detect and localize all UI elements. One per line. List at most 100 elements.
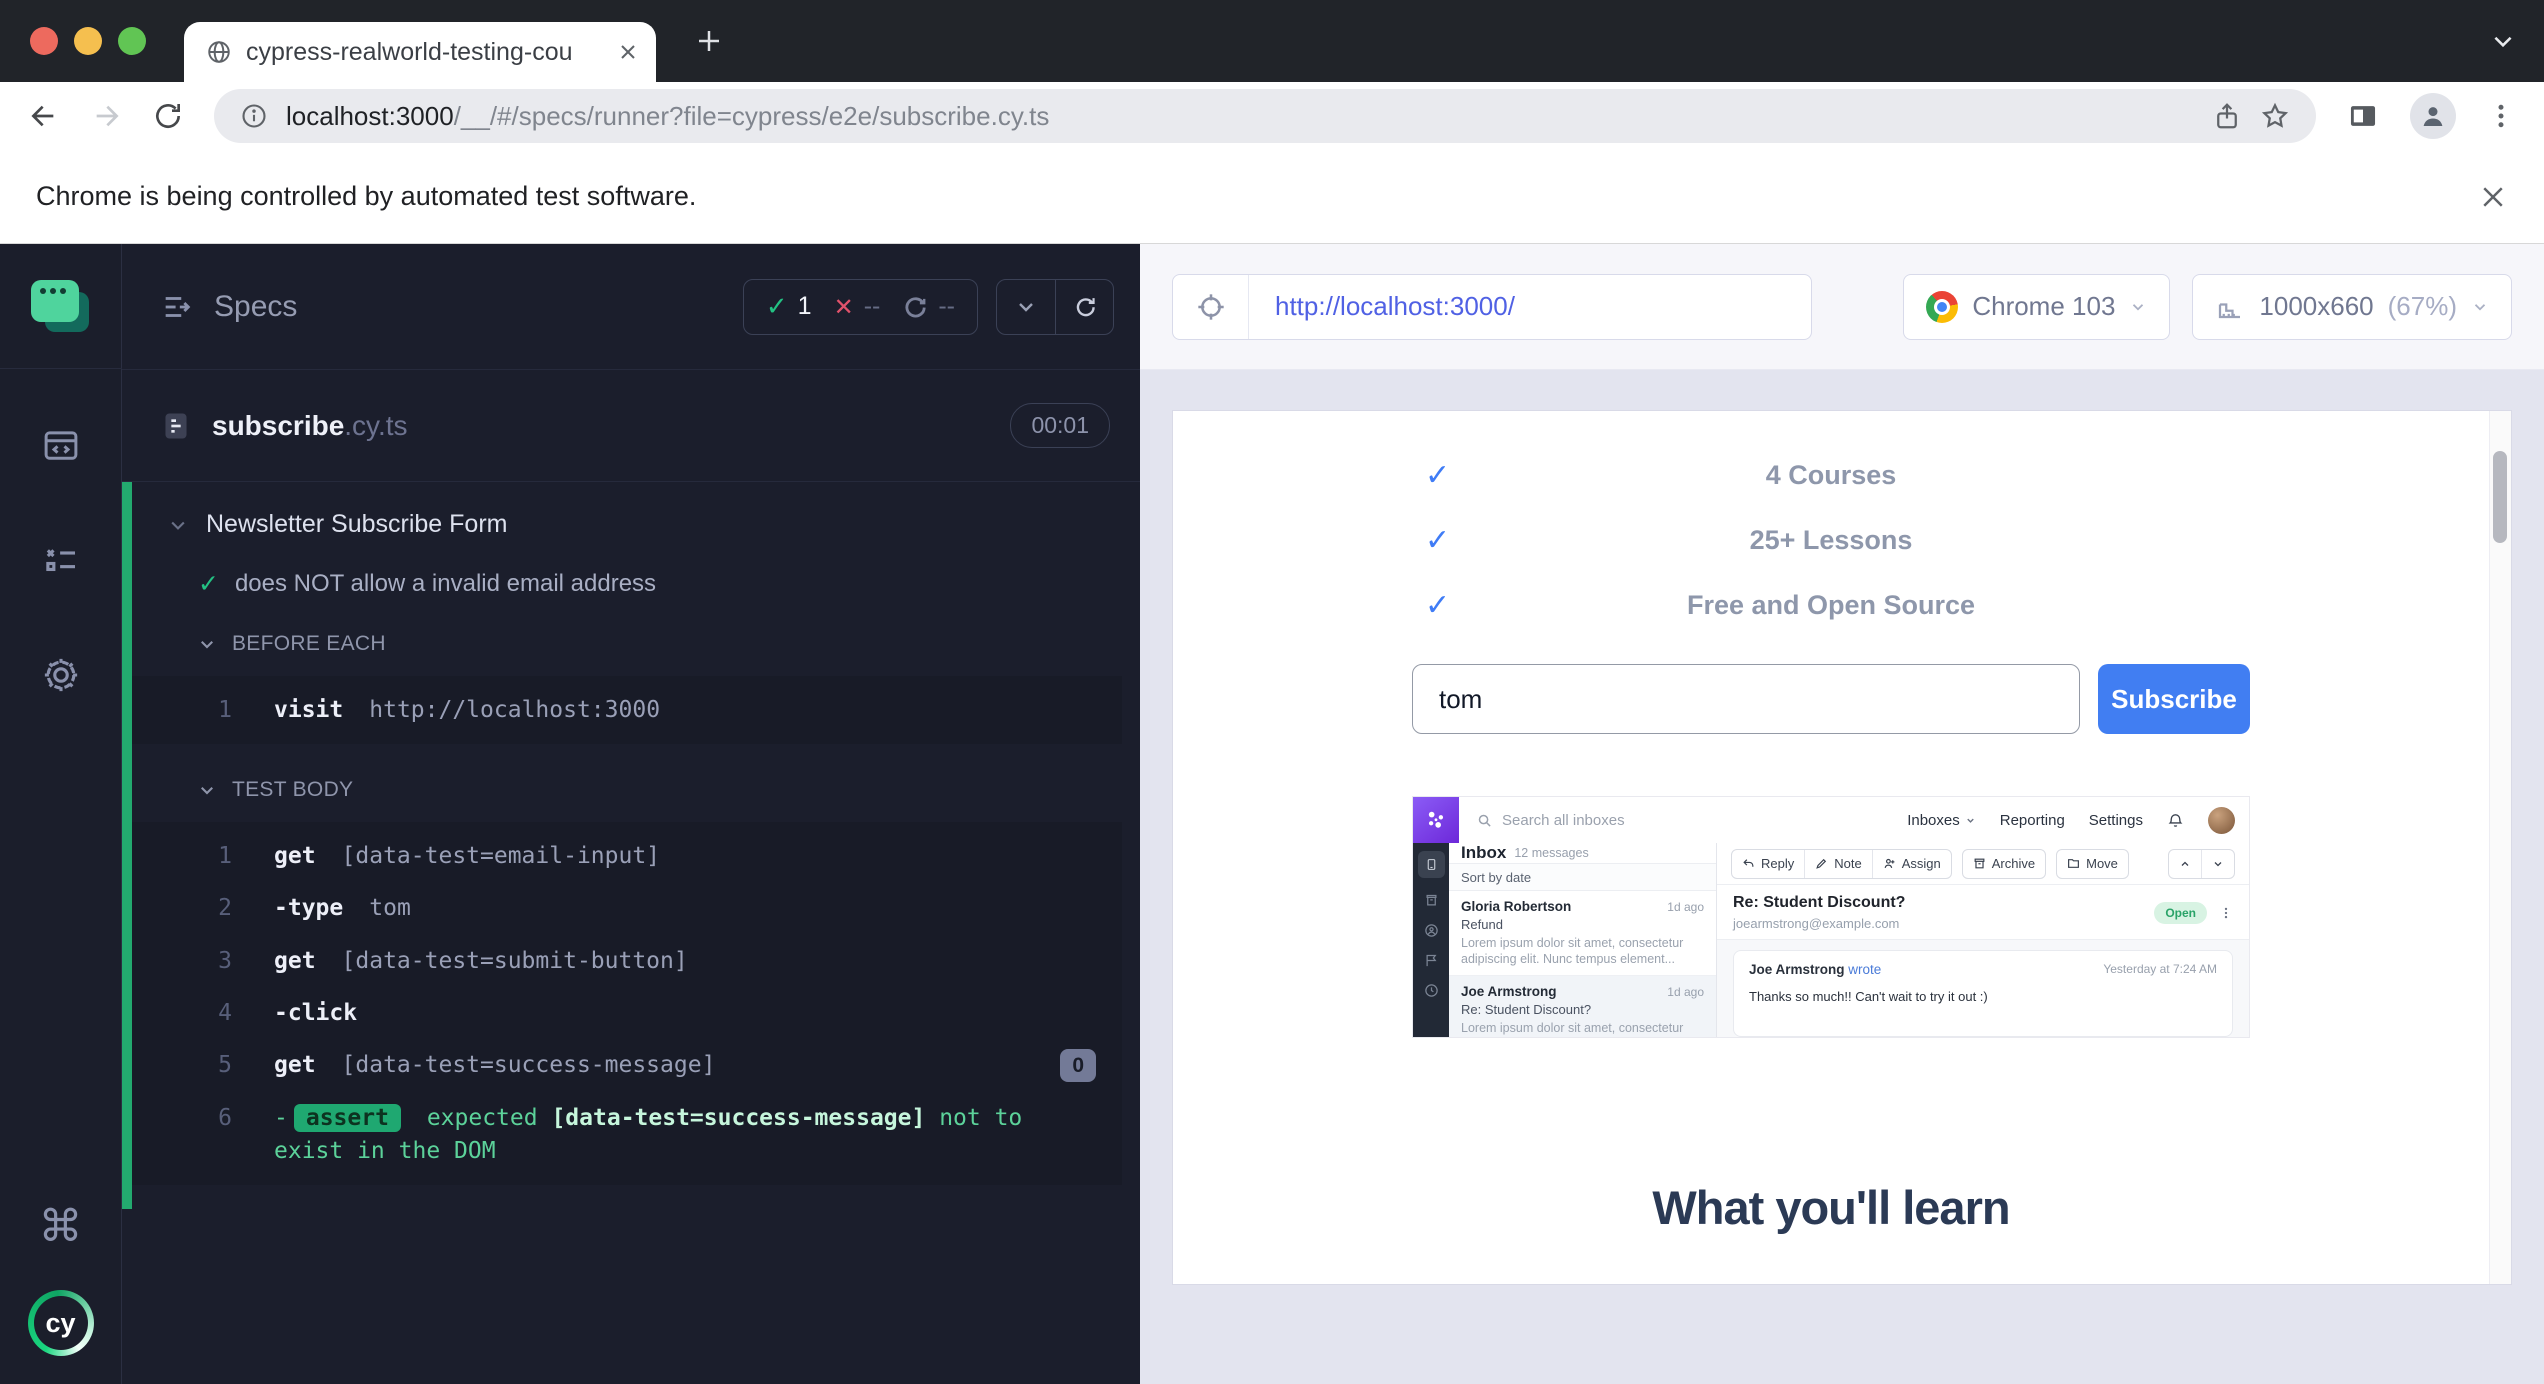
- next-message-button[interactable]: [2201, 849, 2234, 878]
- failed-x-icon: ✕: [833, 292, 854, 321]
- test-body-commands: 1 get [data-test=email-input] 2 -type tom …: [132, 822, 1122, 1185]
- keyboard-shortcuts-icon[interactable]: ⌘: [39, 1201, 83, 1252]
- reload-button[interactable]: [152, 100, 184, 132]
- pending-circle-icon: [902, 294, 928, 320]
- command-row[interactable]: 5 get [data-test=success-message] 0: [132, 1039, 1122, 1092]
- feature-row: ✓ 4 Courses: [1425, 458, 1897, 493]
- nav-reporting[interactable]: Reporting: [2000, 812, 2065, 829]
- contact-icon[interactable]: [1424, 923, 1439, 938]
- move-button[interactable]: Move: [2057, 850, 2128, 878]
- rerun-icon[interactable]: [1055, 279, 1113, 334]
- browser-menu-icon[interactable]: [2486, 101, 2516, 131]
- reply-button[interactable]: Reply: [1732, 850, 1804, 878]
- browser-tab-bar: cypress-realworld-testing-cou: [0, 0, 2544, 82]
- email-nav: Inboxes Reporting Settings: [1907, 806, 2249, 834]
- sidebar-settings-gear-icon[interactable]: [39, 653, 83, 697]
- status-badge[interactable]: Open: [2154, 901, 2207, 924]
- close-window-button[interactable]: [30, 27, 58, 55]
- url-text: localhost:3000/__/#/specs/runner?file=cy…: [286, 100, 1050, 131]
- flag-icon[interactable]: [1424, 953, 1439, 968]
- reporter-panel: Specs ✓ 1 ✕ -- -- subscribe.cy.ts 00:01 …: [122, 244, 1140, 1384]
- profile-avatar[interactable]: [2410, 93, 2456, 139]
- forward-button[interactable]: [90, 100, 122, 132]
- sidebar-specs-icon[interactable]: [40, 425, 82, 467]
- test-title-row[interactable]: ✓ does NOT allow a invalid email address: [132, 539, 1140, 598]
- archive-icon[interactable]: [1424, 893, 1439, 908]
- assign-button[interactable]: Assign: [1871, 849, 1951, 878]
- browser-selector[interactable]: Chrome 103: [1903, 273, 2171, 340]
- command-row[interactable]: 4 -click: [132, 987, 1122, 1039]
- site-info-icon[interactable]: [240, 102, 268, 130]
- subscribe-button[interactable]: Subscribe: [2098, 664, 2250, 734]
- page-title: What you'll learn: [1652, 1181, 2010, 1234]
- tab-close-icon[interactable]: [616, 40, 640, 64]
- email-message-card: Joe Armstrong wrote Yesterday at 7:24 AM…: [1733, 950, 2233, 1037]
- command-row[interactable]: 3 get [data-test=submit-button]: [132, 935, 1122, 987]
- email-list-item[interactable]: Gloria Robertson 1d ago Refund Lorem ips…: [1449, 891, 1716, 976]
- archive-button[interactable]: Archive: [1963, 850, 2045, 878]
- test-title: does NOT allow a invalid email address: [234, 569, 657, 597]
- suite-title-row[interactable]: Newsletter Subscribe Form: [132, 498, 1140, 539]
- note-button[interactable]: Note: [1804, 849, 1871, 878]
- prev-message-button[interactable]: [2169, 850, 2201, 878]
- email-app-logo-icon: [1413, 797, 1459, 843]
- more-options-icon[interactable]: [2219, 906, 2233, 920]
- run-stats: ✓ 1 ✕ -- --: [742, 278, 978, 335]
- cypress-sidebar: ⌘ cy: [0, 244, 122, 1384]
- bell-icon[interactable]: [2167, 812, 2184, 829]
- email-main: Inbox 12 messages Sort by date Gloria Ro…: [1413, 843, 2249, 1037]
- aut-iframe: ✓ 4 Courses ✓ 25+ Lessons ✓ Free and Ope…: [1172, 410, 2512, 1285]
- bookmark-star-icon[interactable]: [2260, 101, 2290, 131]
- nav-settings[interactable]: Settings: [2089, 812, 2143, 829]
- share-icon[interactable]: [2212, 101, 2242, 131]
- email-detail-column: Reply Note Assign Archive Move Re: Stude…: [1717, 843, 2249, 1037]
- email-list-item[interactable]: Joe Armstrong 1d ago Re: Student Discoun…: [1449, 975, 1716, 1037]
- aut-url-bar[interactable]: http://localhost:3000/: [1172, 273, 1812, 340]
- aut-scrollbar[interactable]: [2489, 411, 2511, 1284]
- email-input[interactable]: [1412, 664, 2080, 734]
- spec-file-icon: [160, 410, 192, 442]
- command-row[interactable]: 1 get [data-test=email-input]: [132, 830, 1122, 882]
- aut-url-text: http://localhost:3000/: [1275, 291, 1515, 321]
- sidebar-runs-icon[interactable]: [40, 539, 82, 581]
- collapse-all-chevron-icon[interactable]: [997, 280, 1055, 334]
- browser-tab[interactable]: cypress-realworld-testing-cou: [184, 22, 656, 82]
- stat-failed: ✕ --: [833, 292, 881, 321]
- viewport-selector[interactable]: 1000x660 (67%): [2192, 273, 2512, 340]
- specs-header: Specs ✓ 1 ✕ -- --: [122, 244, 1140, 370]
- command-row[interactable]: 2 -type tom: [132, 882, 1122, 934]
- cypress-app-logo-icon[interactable]: [30, 280, 91, 334]
- screen: cypress-realworld-testing-cou localhost:…: [0, 0, 2544, 1384]
- side-panel-icon[interactable]: [2346, 99, 2380, 133]
- tab-title: cypress-realworld-testing-cou: [246, 37, 573, 66]
- sort-by-date[interactable]: Sort by date: [1449, 864, 1716, 891]
- tab-search-chevron-icon[interactable]: [2490, 28, 2516, 54]
- cypress-cy-logo[interactable]: cy: [27, 1290, 94, 1356]
- minimize-window-button[interactable]: [74, 27, 102, 55]
- new-tab-button[interactable]: [694, 26, 724, 56]
- infobar-close-icon[interactable]: [2478, 182, 2508, 212]
- automation-infobar: Chrome is being controlled by automated …: [0, 150, 2544, 244]
- zoom-window-button[interactable]: [118, 27, 146, 55]
- test-body-header[interactable]: TEST BODY: [132, 744, 1140, 802]
- inbox-device-icon[interactable]: [1417, 851, 1445, 878]
- selector-playground-icon[interactable]: [1173, 274, 1249, 339]
- clock-icon[interactable]: [1424, 983, 1439, 998]
- nav-inboxes[interactable]: Inboxes: [1907, 812, 1976, 829]
- test-passed-check-icon: ✓: [198, 569, 219, 598]
- specs-list-icon[interactable]: [160, 290, 194, 324]
- address-bar[interactable]: localhost:3000/__/#/specs/runner?file=cy…: [214, 89, 2316, 143]
- suite-block: Newsletter Subscribe Form ✓ does NOT all…: [122, 482, 1140, 1209]
- email-search[interactable]: Search all inboxes: [1477, 812, 1625, 829]
- scrollbar-thumb[interactable]: [2493, 451, 2507, 543]
- specs-title: Specs: [214, 289, 298, 323]
- before-each-header[interactable]: BEFORE EACH: [132, 598, 1140, 656]
- spec-file-row[interactable]: subscribe.cy.ts 00:01: [122, 370, 1140, 482]
- email-user-avatar[interactable]: [2208, 806, 2235, 834]
- command-row-assert[interactable]: 6 - assert expected [data-test=success-me…: [132, 1092, 1122, 1176]
- feature-list: ✓ 4 Courses ✓ 25+ Lessons ✓ Free and Ope…: [1173, 411, 2489, 638]
- back-button[interactable]: [28, 100, 60, 132]
- email-sidebar: [1413, 843, 1449, 1037]
- email-list-column: Inbox 12 messages Sort by date Gloria Ro…: [1449, 843, 1717, 1037]
- command-row[interactable]: 1 visit http://localhost:3000: [132, 684, 1122, 736]
